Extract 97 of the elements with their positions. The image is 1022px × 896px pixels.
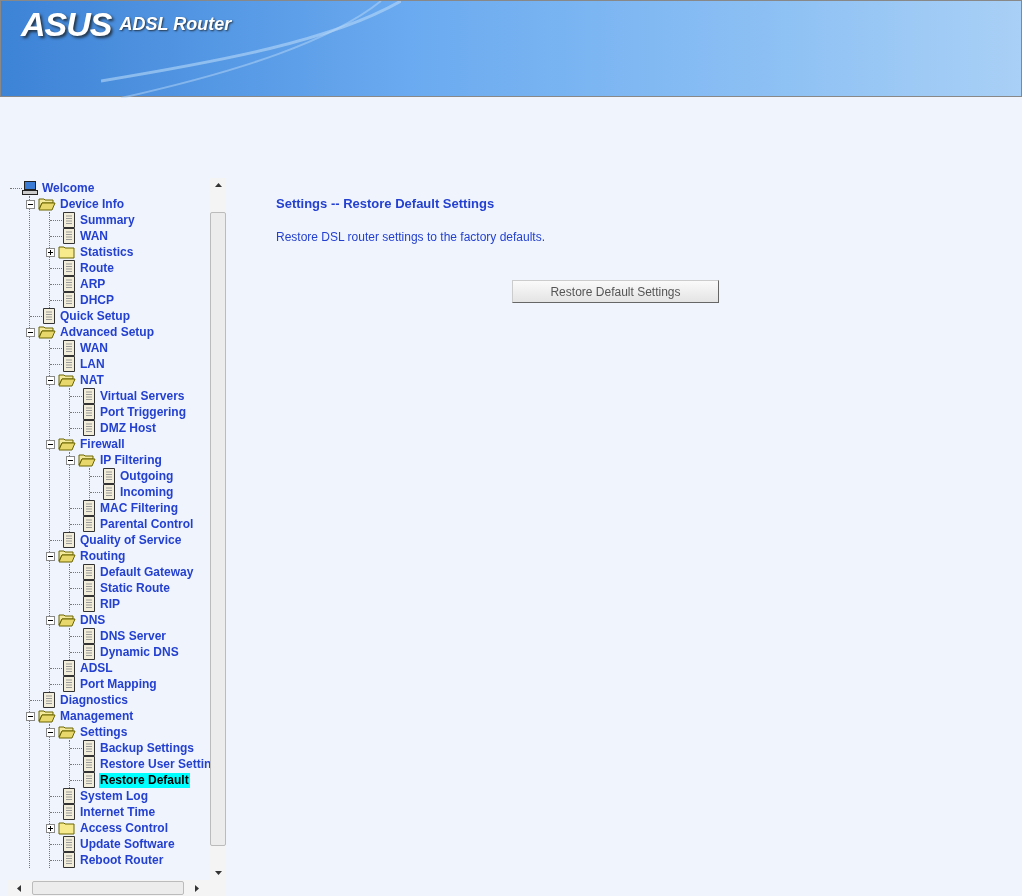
- tree-item[interactable]: Incoming: [119, 484, 175, 500]
- document-icon: [82, 580, 96, 596]
- product-title: ADSL Router: [119, 14, 232, 35]
- horizontal-scrollbar[interactable]: [8, 880, 226, 896]
- document-icon: [102, 468, 116, 484]
- document-icon: [82, 772, 96, 788]
- tree-item[interactable]: Quick Setup: [59, 308, 131, 324]
- tree-item[interactable]: ARP: [79, 276, 107, 292]
- document-icon: [82, 500, 96, 516]
- tree-item[interactable]: LAN: [79, 356, 106, 372]
- document-icon: [62, 212, 76, 228]
- collapse-toggle[interactable]: [46, 727, 55, 737]
- tree-item[interactable]: RIP: [99, 596, 121, 612]
- description: Restore DSL router settings to the factory defaults.: [276, 230, 547, 244]
- document-icon: [82, 404, 96, 420]
- tree-item[interactable]: Port Mapping: [79, 676, 158, 692]
- document-icon: [42, 692, 56, 708]
- tree-item[interactable]: Diagnostics: [59, 692, 129, 708]
- scroll-up-icon[interactable]: [214, 183, 222, 187]
- tree-item[interactable]: DMZ Host: [99, 420, 157, 436]
- tree-item[interactable]: Advanced Setup: [59, 324, 156, 340]
- scroll-down-icon[interactable]: [214, 871, 222, 875]
- tree-item[interactable]: DNS Server: [99, 628, 168, 644]
- document-icon: [62, 788, 76, 804]
- vertical-scrollbar[interactable]: [210, 178, 226, 880]
- tree-item[interactable]: DHCP: [79, 292, 115, 308]
- document-icon: [82, 564, 96, 580]
- collapse-toggle[interactable]: [46, 615, 55, 625]
- tree-item[interactable]: Route: [79, 260, 115, 276]
- tree-item[interactable]: Management: [59, 708, 135, 724]
- tree-item[interactable]: Parental Control: [99, 516, 195, 532]
- collapse-toggle[interactable]: [46, 375, 55, 385]
- tree-item[interactable]: MAC Filtering: [99, 500, 179, 516]
- tree-item[interactable]: Port Triggering: [99, 404, 187, 420]
- document-icon: [62, 356, 76, 372]
- tree-item[interactable]: IP Filtering: [99, 452, 163, 468]
- tree-item[interactable]: Outgoing: [119, 468, 175, 484]
- document-icon: [62, 276, 76, 292]
- document-icon: [82, 756, 96, 772]
- tree-item[interactable]: Dynamic DNS: [99, 644, 180, 660]
- document-icon: [82, 388, 96, 404]
- tree-item[interactable]: DNS: [79, 612, 107, 628]
- expand-toggle[interactable]: [46, 247, 55, 257]
- document-icon: [42, 308, 56, 324]
- tree-item[interactable]: Internet Time: [79, 804, 157, 820]
- logo: ASUS: [21, 5, 112, 44]
- collapse-toggle[interactable]: [26, 711, 35, 721]
- document-icon: [62, 660, 76, 676]
- scroll-left-icon[interactable]: [17, 884, 21, 892]
- collapse-toggle[interactable]: [46, 551, 55, 561]
- document-icon: [62, 260, 76, 276]
- tree-item[interactable]: System Log: [79, 788, 149, 804]
- collapse-toggle[interactable]: [66, 455, 75, 465]
- scroll-right-icon[interactable]: [195, 884, 199, 892]
- tree-item[interactable]: WAN: [79, 340, 109, 356]
- tree-item[interactable]: Static Route: [99, 580, 171, 596]
- tree-item[interactable]: Reboot Router: [79, 852, 165, 868]
- document-icon: [62, 228, 76, 244]
- computer-icon: [22, 181, 38, 195]
- document-icon: [82, 596, 96, 612]
- tree-item[interactable]: Settings: [79, 724, 129, 740]
- tree-item[interactable]: Statistics: [79, 244, 135, 260]
- collapse-toggle[interactable]: [26, 327, 35, 337]
- tree-item[interactable]: ADSL: [79, 660, 114, 676]
- document-icon: [62, 532, 76, 548]
- document-icon: [62, 804, 76, 820]
- document-icon: [82, 740, 96, 756]
- document-icon: [82, 516, 96, 532]
- tree-item[interactable]: Quality of Service: [79, 532, 183, 548]
- tree-item[interactable]: Backup Settings: [99, 740, 196, 756]
- tree-item[interactable]: Default Gateway: [99, 564, 195, 580]
- restore-default-button[interactable]: Restore Default Settings: [512, 280, 719, 303]
- tree-item[interactable]: Firewall: [79, 436, 126, 452]
- tree-item[interactable]: Restore User Settin: [99, 756, 210, 772]
- collapse-toggle[interactable]: [46, 439, 55, 449]
- document-icon: [82, 628, 96, 644]
- document-icon: [82, 420, 96, 436]
- tree-item[interactable]: Summary: [79, 212, 136, 228]
- tree-item[interactable]: WAN: [79, 228, 109, 244]
- tree-item[interactable]: Virtual Servers: [99, 388, 186, 404]
- page-title: Settings -- Restore Default Settings: [276, 196, 496, 211]
- document-icon: [62, 836, 76, 852]
- document-icon: [82, 644, 96, 660]
- document-icon: [62, 340, 76, 356]
- document-icon: [62, 292, 76, 308]
- tree-item[interactable]: Device Info: [59, 196, 126, 212]
- document-icon: [62, 852, 76, 868]
- tree-item[interactable]: Update Software: [79, 836, 176, 852]
- tree-item[interactable]: Restore Default: [99, 772, 190, 788]
- tree-item[interactable]: Routing: [79, 548, 127, 564]
- document-icon: [102, 484, 116, 500]
- document-icon: [62, 676, 76, 692]
- tree-item[interactable]: NAT: [79, 372, 105, 388]
- tree-item[interactable]: Welcome: [41, 180, 96, 196]
- expand-toggle[interactable]: [46, 823, 55, 833]
- collapse-toggle[interactable]: [26, 199, 35, 209]
- tree-item[interactable]: Access Control: [79, 820, 170, 836]
